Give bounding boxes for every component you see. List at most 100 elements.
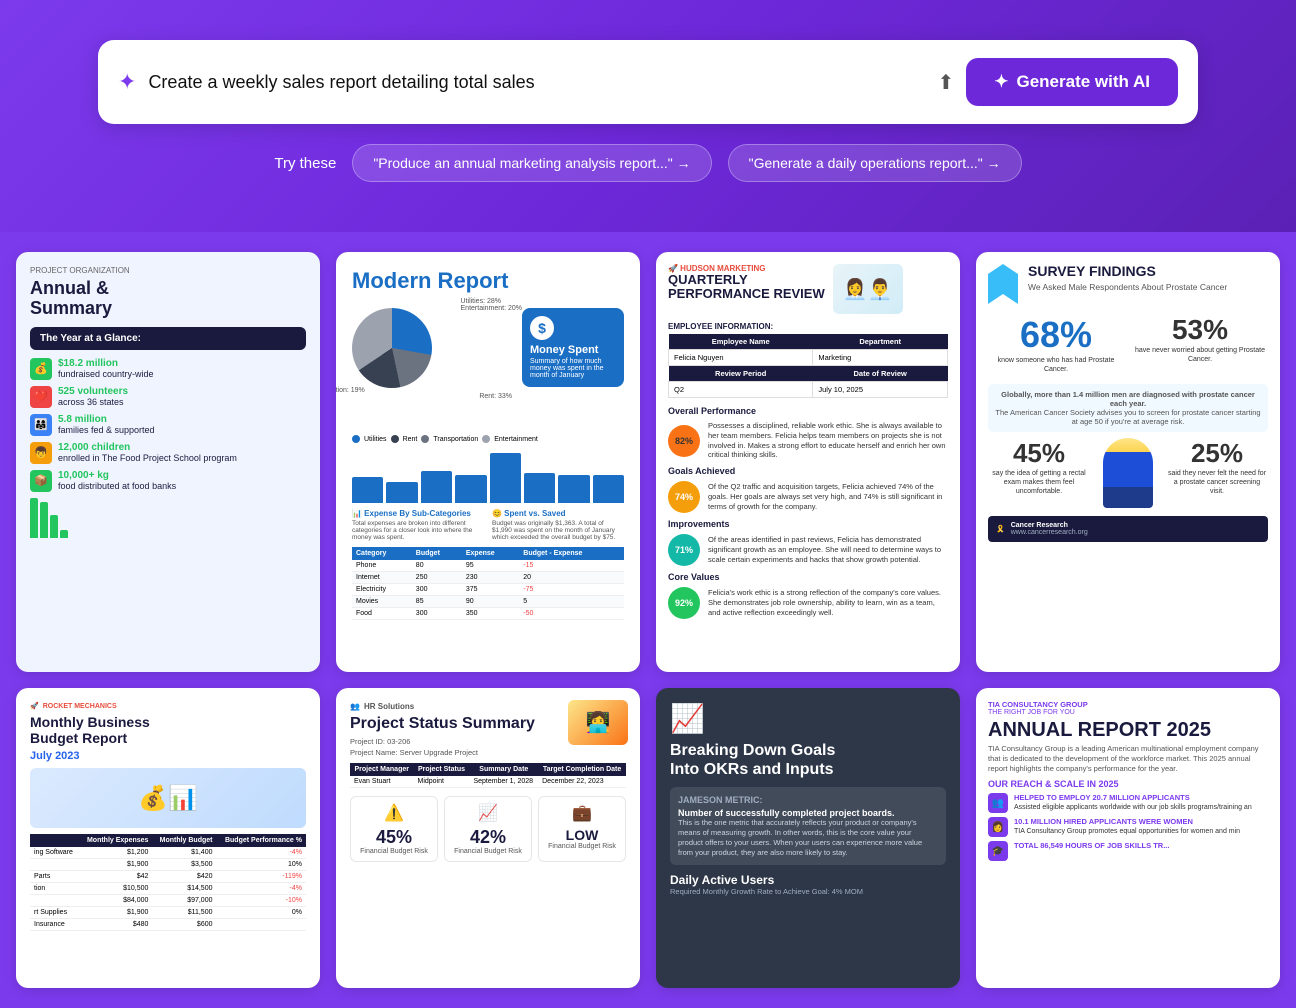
col-summary-date: Summary Date [469,763,538,776]
report-year-title: ANNUAL REPORT 2025 [988,720,1268,740]
modern-report-title: Modern Report [352,268,624,294]
reach-item-3: 🎓 TOTAL 86,549 HOURS OF JOB SKILLS TR... [988,841,1268,861]
expense-subcategory-desc: Total expenses are broken into different… [352,520,484,541]
pie-label-utilities: Utilities: 28% [461,298,522,305]
legend-entertainment: Entertainment [482,435,538,443]
progress-boxes: ⚠️ 45% Financial Budget Risk 📈 42% Finan… [350,796,626,862]
children-icon: 👦 [30,442,52,464]
survey-subtitle: We Asked Male Respondents About Prostate… [1028,282,1227,292]
card-okrs[interactable]: 📈 Breaking Down GoalsInto OKRs and Input… [656,688,960,988]
table-row: Insurance$480$600 [30,919,306,931]
spent-saved-desc: Budget was originally $1,363. A total of… [492,520,624,541]
section-overall: Overall Performance [668,406,948,416]
project-photo: 👩‍💻 [568,700,628,745]
card-budget-report[interactable]: 🚀 ROCKET MECHANICS Monthly BusinessBudge… [16,688,320,988]
card-performance-review[interactable]: 🚀 HUDSON MARKETING QUARTERLYPERFORMANCE … [656,252,960,672]
pct-label-2: Financial Budget Risk [451,848,525,855]
pie-label-rent: Rent: 33% [479,393,512,400]
bar-m-5 [490,453,521,503]
perf-illustration: 👩‍💼👨‍💼 [833,264,903,314]
heart-icon: ❤️ [30,386,52,408]
pie-label-transportation: Transportation: 19% [336,387,365,394]
stat-45: 45% say the idea of getting a rectal exa… [988,438,1090,508]
lower-stats-row: 45% say the idea of getting a rectal exa… [988,438,1268,508]
table-row: Movies85905 [352,596,624,608]
year-at-glance: The Year at a Glance: [30,327,306,350]
upload-icon[interactable]: ⬆ [937,70,954,95]
progress-financial-risk-2: 📈 42% Financial Budget Risk [444,796,532,862]
bar-3 [50,515,58,538]
stat-25-value: 25% [1166,438,1268,469]
women-icon: 👩 [988,817,1008,837]
col-monthly-bud: Monthly Budget [152,834,216,847]
section-core-values: Core Values [668,572,948,582]
cancer-research-name: Cancer Research [1011,522,1088,529]
pct-label-3: Financial Budget Risk [545,843,619,850]
bar-4 [60,530,68,538]
card-modern-report[interactable]: Modern Report Utilities: 28% Entertainme… [336,252,640,672]
gallery-row-1: Project Organization Annual &Summary The… [16,252,1280,672]
metric-core-values: 92% Felicia's work ethic is a strong ref… [668,587,948,619]
perf-text-goals: Of the Q2 traffic and acquisition target… [708,482,948,511]
perf-title: QUARTERLYPERFORMANCE REVIEW [668,273,825,302]
section-improvements: Improvements [668,519,948,529]
rocket-icon: 🚀 [30,702,39,710]
progress-low-risk: 💼 LOW Financial Budget Risk [538,796,626,862]
stat-fundraised: 💰 $18.2 million fundraised country-wide [30,358,306,380]
reach-item-1: 👥 HELPED TO EMPLOY 20.7 MILLION APPLICAN… [988,793,1268,813]
search-input[interactable] [148,72,925,93]
stat-children: 👦 12,000 children enrolled in The Food P… [30,442,306,464]
okr-title: Breaking Down GoalsInto OKRs and Inputs [670,741,946,779]
stat-53-desc: have never worried about getting Prostat… [1132,346,1268,364]
stat-45-desc: say the idea of getting a rectal exam ma… [988,469,1090,496]
col-completion: Target Completion Date [538,763,626,776]
expense-by-subcategories: 📊 Expense By Sub-Categories Total expens… [352,509,484,541]
col-name [30,834,79,847]
card-survey-findings[interactable]: SURVEY FINDINGS We Asked Male Respondent… [976,252,1280,672]
spent-vs-saved: 😊 Spent vs. Saved Budget was originally … [492,509,624,541]
table-row: Electricity300375-75 [352,584,624,596]
pie-chart [352,308,432,388]
cancer-research-icon: 🎗️ [996,525,1005,533]
employ-icon: 👥 [988,793,1008,813]
bar-m-4 [455,475,486,504]
rocket-mechanics-label: ROCKET MECHANICS [43,703,117,710]
project-status-val: Midpoint [413,776,469,788]
table-row: Phone8095-15 [352,560,624,572]
dau-desc: Required Monthly Growth Rate to Achieve … [670,887,946,896]
stat-25-desc: said they never felt the need for a pros… [1166,469,1268,496]
project-table: Project Manager Project Status Summary D… [350,763,626,788]
risk-icon-1: ⚠️ [357,803,431,823]
survey-header: SURVEY FINDINGS We Asked Male Respondent… [988,264,1268,304]
stat-53: 53% have never worried about getting Pro… [1132,314,1268,374]
money-spent-desc: Summary of how much money was spent in t… [530,358,616,379]
risk-icon-3: 💼 [545,803,619,823]
card-project-status[interactable]: 👥 HR Solutions Project Status Summary Pr… [336,688,640,988]
pm-name: Evan Stuart [350,776,413,788]
table-row: $84,000$97,000-10% [30,895,306,907]
bar-m-3 [421,471,452,503]
circle-71: 71% [668,534,700,566]
suggestion-chip-2[interactable]: "Generate a daily operations report..." … [728,144,1022,182]
card-annual-2025[interactable]: TIA CONSULTANCY GROUP THE RIGHT JOB FOR … [976,688,1280,988]
sparkle-icon: ✦ [118,69,136,95]
suggestion-chip-1[interactable]: "Produce an annual marketing analysis re… [352,144,711,182]
col-category: Category [352,547,412,560]
reach-item-2: 👩 10.1 MILLION HIRED APPLICANTS WERE WOM… [988,817,1268,837]
col-monthly-exp: Monthly Expenses [79,834,152,847]
circle-74: 74% [668,481,700,513]
bar-2 [40,502,48,537]
pct-42: 42% [451,827,525,848]
perf-text-overall: Possesses a disciplined, reliable work e… [708,421,948,460]
legend-transport: Transportation [421,435,478,443]
generate-sparkle-icon: ✦ [994,72,1008,92]
generate-button[interactable]: ✦ Generate with AI [966,58,1178,106]
circle-92: 92% [668,587,700,619]
card-annual-summary[interactable]: Project Organization Annual &Summary The… [16,252,320,672]
dau-title: Daily Active Users [670,873,946,887]
emp-info-table: Employee Name Department Felicia Nguyen … [668,334,948,398]
dollar-icon: $ [530,316,554,340]
col-status: Project Status [413,763,469,776]
reach-text-3: TOTAL 86,549 HOURS OF JOB SKILLS TR... [1014,841,1169,851]
metric-overall: 82% Possesses a disciplined, reliable wo… [668,421,948,460]
